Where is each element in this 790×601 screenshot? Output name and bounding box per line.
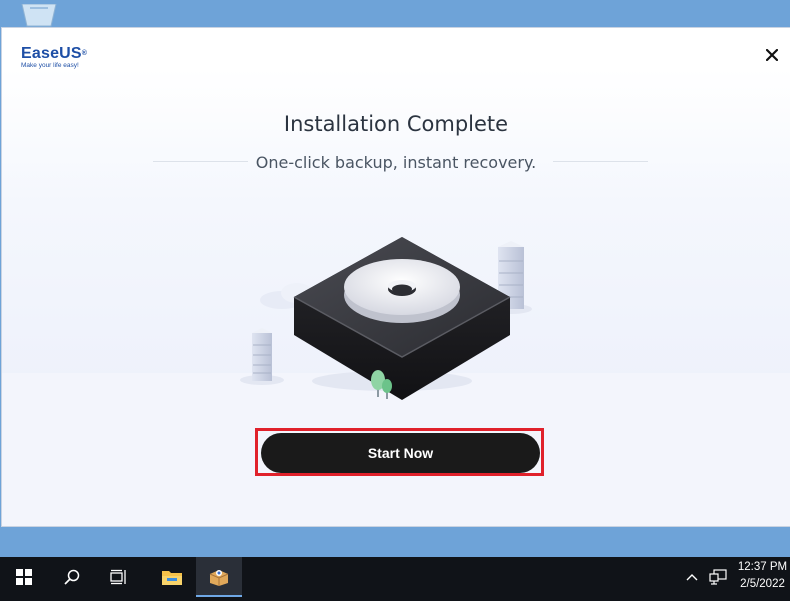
page-subtitle: One-click backup, instant recovery. xyxy=(255,153,537,172)
windows-start-icon xyxy=(16,569,32,585)
chevron-up-icon xyxy=(686,574,698,581)
logo-tagline: Make your life easy! xyxy=(21,62,79,69)
easeus-installer-icon xyxy=(209,570,229,586)
taskbar: 12:37 PM 2/5/2022 xyxy=(0,557,790,601)
start-button[interactable] xyxy=(1,557,47,597)
taskbar-clock[interactable]: 12:37 PM 2/5/2022 xyxy=(735,559,790,593)
show-hidden-icons-button[interactable] xyxy=(686,569,698,590)
backup-disk-illustration xyxy=(232,205,532,400)
clock-time: 12:37 PM xyxy=(737,561,788,573)
taskbar-search-button[interactable] xyxy=(49,557,95,597)
recycle-bin-icon[interactable] xyxy=(18,3,60,28)
file-explorer-icon xyxy=(162,571,182,585)
easeus-installer-taskbar-button[interactable] xyxy=(196,557,242,597)
logo-reg-mark: ® xyxy=(81,50,88,57)
task-view-icon xyxy=(110,569,126,585)
page-title: Installation Complete xyxy=(283,112,509,136)
task-view-button[interactable] xyxy=(96,557,142,597)
network-icon xyxy=(709,569,727,585)
close-icon xyxy=(766,49,778,61)
easeus-logo: EaseUS® Make your life easy! xyxy=(21,45,87,69)
search-icon xyxy=(64,569,80,585)
start-now-button[interactable]: Start Now xyxy=(261,433,540,473)
logo-brand: EaseUS xyxy=(21,45,82,62)
installer-window: EaseUS® Make your life easy! Installatio… xyxy=(1,27,790,527)
clock-date: 2/5/2022 xyxy=(740,578,785,590)
file-explorer-button[interactable] xyxy=(149,557,195,597)
network-button[interactable] xyxy=(709,569,727,590)
close-button[interactable] xyxy=(762,45,782,65)
